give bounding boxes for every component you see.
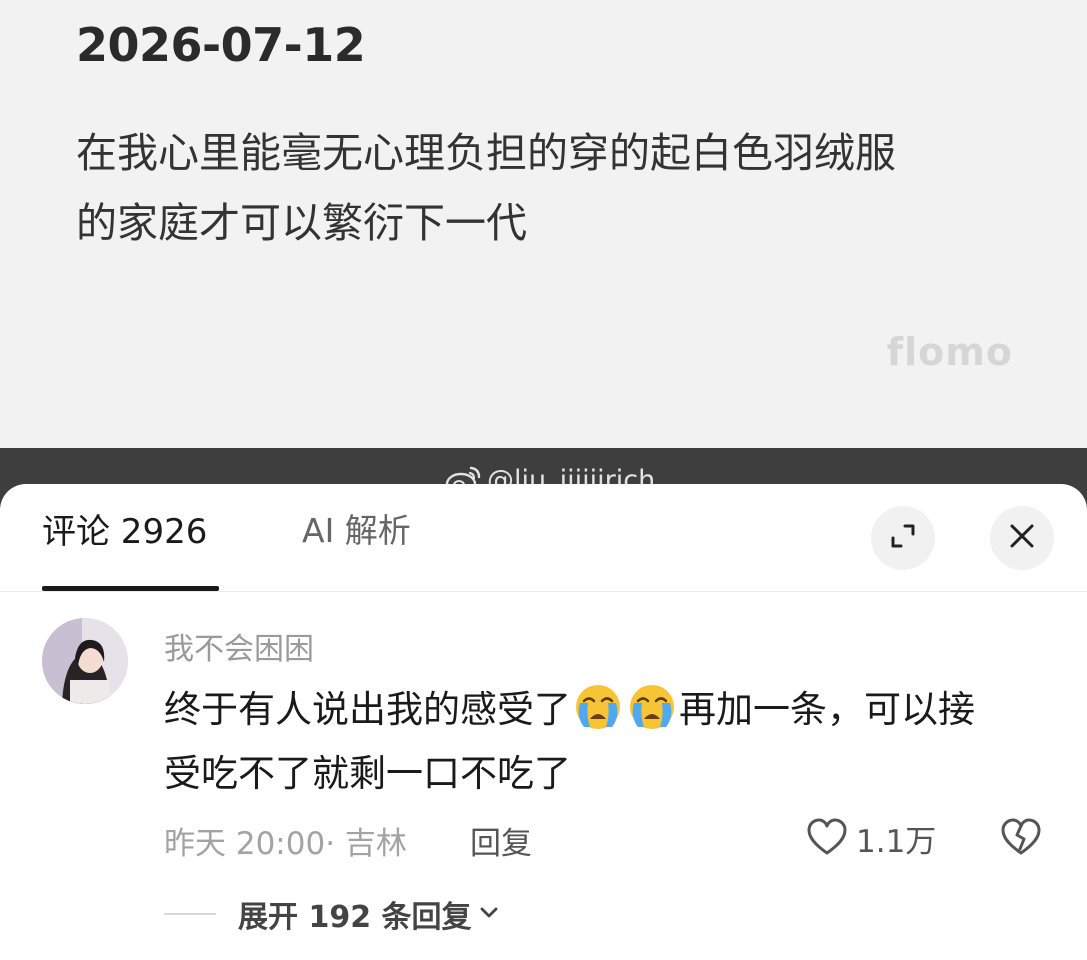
avatar[interactable] xyxy=(42,618,128,704)
reply-button[interactable]: 回复 xyxy=(470,818,532,863)
crying-emoji-icon xyxy=(628,683,676,731)
expand-replies-line xyxy=(164,913,216,915)
comment-text: 终于有人说出我的感受了 再加一条，可以接 受吃不了就剩一口不吃了 xyxy=(164,678,1044,806)
expand-icon xyxy=(888,521,918,555)
heart-icon xyxy=(806,818,848,860)
comment-text-part1: 终于有人说出我的感受了 xyxy=(164,688,571,731)
dislike-button[interactable] xyxy=(1000,818,1042,860)
tab-ai-analysis[interactable]: AI 解析 xyxy=(302,504,411,552)
note-date: 2026-07-12 xyxy=(76,18,366,72)
comments-sheet: 评论 2926 AI 解析 我不会困困 终于有人说出我的感受了 再加一条，可以接… xyxy=(0,484,1087,960)
like-count: 1.1万 xyxy=(856,824,937,860)
note-text-line1: 在我心里能毫无心理负担的穿的起白色羽绒服 xyxy=(76,129,896,177)
note-text: 在我心里能毫无心理负担的穿的起白色羽绒服 的家庭才可以繁衍下一代 xyxy=(76,118,1036,258)
expand-replies-button[interactable]: 展开 192 条回复 xyxy=(164,892,500,936)
close-button[interactable] xyxy=(990,506,1054,570)
comment-username[interactable]: 我不会困困 xyxy=(164,624,314,668)
like-button[interactable]: 1.1万 xyxy=(806,816,936,861)
crying-emoji-icon xyxy=(574,683,622,731)
brand-logo: flomo xyxy=(886,330,1013,374)
broken-heart-icon xyxy=(1000,818,1042,860)
tab-comments[interactable]: 评论 2926 xyxy=(42,504,207,553)
expand-button[interactable] xyxy=(871,506,935,570)
chevron-down-icon xyxy=(478,901,500,927)
comment-meta: 昨天 20:00· 吉林 xyxy=(164,826,407,862)
close-icon xyxy=(1008,522,1036,554)
note-card: 2026-07-12 在我心里能毫无心理负担的穿的起白色羽绒服 的家庭才可以繁衍… xyxy=(0,0,1087,448)
comment-text-part2: 再加一条，可以接 xyxy=(679,688,975,731)
expand-replies-label: 展开 192 条回复 xyxy=(238,900,472,935)
note-text-line2: 的家庭才可以繁衍下一代 xyxy=(76,199,527,247)
tab-divider xyxy=(0,591,1087,592)
comment-text-line2: 受吃不了就剩一口不吃了 xyxy=(164,752,571,795)
